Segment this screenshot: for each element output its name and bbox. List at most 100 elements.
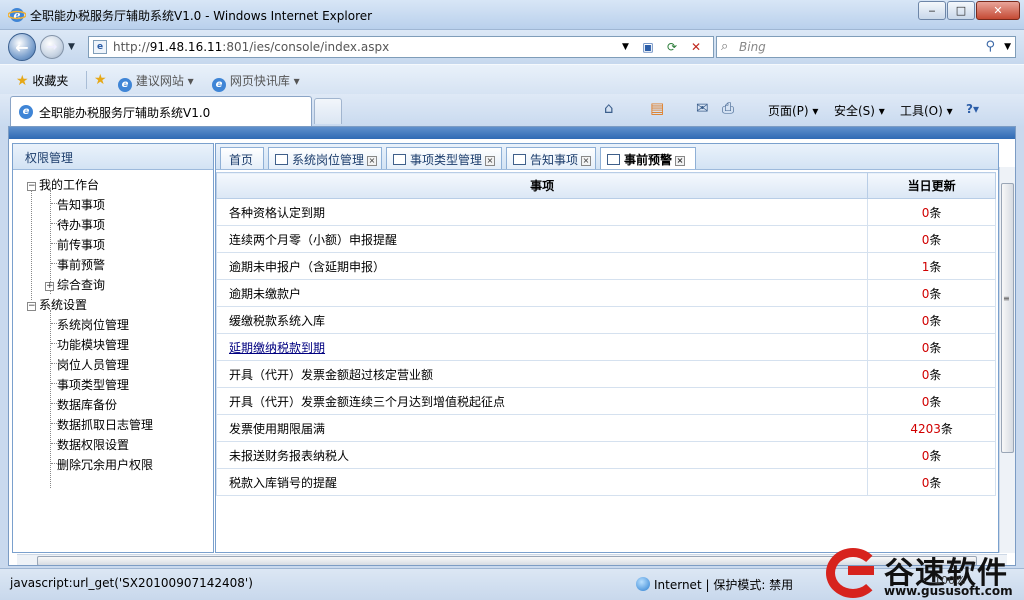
search-box[interactable]: ⌕ Bing ⚲ ▼	[716, 36, 1016, 58]
table-row[interactable]: 延期缴纳税款到期 0条	[215, 333, 996, 361]
expand-icon[interactable]: +	[45, 282, 54, 291]
page-menu[interactable]: 页面(P) ▾	[768, 102, 818, 119]
tab-type-mgmt[interactable]: 事项类型管理 ×	[386, 147, 502, 169]
table-row[interactable]: 逾期未缴款户 0条	[215, 279, 996, 307]
sidebar-title: 权限管理	[13, 144, 213, 170]
count-cell: 0条	[867, 333, 996, 361]
tree-item-backup[interactable]: 数据库备份	[57, 396, 117, 413]
item-cell: 未报送财务报表纳税人	[215, 441, 869, 469]
table-row[interactable]: 开具（代开）发票金额超过核定营业额 0条	[215, 360, 996, 388]
home-icon[interactable]: ⌂	[604, 99, 614, 117]
prewarning-table: 事项 当日更新 各种资格认定到期 0条 连续两个月零（小额）申报提醒 0条 逾期未申…	[215, 172, 996, 496]
page-icon: e	[93, 40, 107, 54]
ie-logo-icon: e	[8, 8, 26, 22]
compatibility-view-icon[interactable]: ▣	[639, 39, 657, 55]
item-link[interactable]: 延期缴纳税款到期	[229, 341, 325, 355]
tree-item-remove-perm[interactable]: 删除冗余用户权限	[57, 456, 153, 473]
search-placeholder: Bing	[739, 40, 766, 54]
close-tab-icon[interactable]: ×	[367, 156, 378, 166]
table-row[interactable]: 连续两个月零（小额）申报提醒 0条	[215, 225, 996, 253]
table-row[interactable]: 各种资格认定到期 0条	[215, 198, 996, 226]
new-tab-button[interactable]	[314, 98, 342, 124]
close-tab-icon[interactable]: ×	[581, 156, 592, 166]
page-tabs: 首页 系统岗位管理 × 事项类型管理 × 告知事项 × 事前预警 ×	[216, 144, 998, 170]
web-slice-gallery-link[interactable]: e 网页快讯库 ▾	[212, 72, 300, 92]
tab-prewarning[interactable]: 事前预警 ×	[600, 147, 696, 169]
watermark-url: www.gususoft.com	[884, 584, 1013, 598]
tree-item-crawl-log[interactable]: 数据抓取日志管理	[57, 416, 153, 433]
tools-menu[interactable]: 工具(O) ▾	[900, 102, 953, 119]
tab-notice[interactable]: 告知事项 ×	[506, 147, 596, 169]
table-row[interactable]: 缓缴税款系统入库 0条	[215, 306, 996, 334]
window-icon	[275, 154, 288, 165]
tree-item-query[interactable]: + 综合查询	[45, 276, 105, 293]
close-button[interactable]: ✕	[976, 1, 1020, 20]
close-tab-icon[interactable]: ×	[485, 156, 496, 166]
tree-group-workbench[interactable]: − 我的工作台	[27, 176, 99, 193]
help-menu[interactable]: ?▾	[966, 102, 979, 116]
column-header-item: 事项	[215, 172, 869, 199]
count-cell: 0条	[867, 279, 996, 307]
table-row[interactable]: 逾期未申报户（含延期申报） 1条	[215, 252, 996, 280]
address-url[interactable]: http://91.48.16.11:801/ies/console/index…	[113, 40, 389, 54]
count-cell: 4203条	[867, 414, 996, 442]
table-row[interactable]: 发票使用期限届满 4203条	[215, 414, 996, 442]
tree-item-forward[interactable]: 前传事项	[57, 236, 105, 253]
tree-item-notice[interactable]: 告知事项	[57, 196, 105, 213]
search-dropdown-icon[interactable]: ▼	[1004, 42, 1011, 52]
count-cell: 0条	[867, 225, 996, 253]
scroll-grip-icon: ≡	[1003, 294, 1010, 303]
ie-page-icon: e	[118, 78, 132, 92]
feeds-icon[interactable]: ▤	[650, 99, 664, 117]
suggested-sites-link[interactable]: e 建议网站 ▾	[118, 72, 194, 92]
favorites-button[interactable]: ★ 收藏夹	[16, 72, 68, 89]
mail-icon[interactable]: ✉	[696, 99, 709, 117]
tab-home[interactable]: 首页	[220, 147, 264, 169]
search-icon[interactable]: ⚲	[985, 39, 995, 54]
item-cell: 发票使用期限届满	[215, 414, 869, 442]
stop-icon[interactable]: ✕	[687, 39, 705, 55]
history-dropdown-icon[interactable]: ▼	[68, 42, 75, 52]
tree-item-type-mgmt[interactable]: 事项类型管理	[57, 376, 129, 393]
window-icon	[393, 154, 406, 165]
print-icon[interactable]: ⎙	[722, 99, 734, 117]
minimize-button[interactable]: ‒	[918, 1, 946, 20]
table-row[interactable]: 开具（代开）发票金额连续三个月达到增值税起征点 0条	[215, 387, 996, 415]
collapse-icon[interactable]: −	[27, 182, 36, 191]
count-cell: 0条	[867, 360, 996, 388]
close-tab-icon[interactable]: ×	[675, 156, 686, 166]
tab-post-mgmt[interactable]: 系统岗位管理 ×	[268, 147, 382, 169]
window-title-bar: e 全职能办税服务厅辅助系统V1.0 - Windows Internet Ex…	[0, 0, 1024, 30]
window-icon	[607, 154, 620, 165]
tree-item-prewarning[interactable]: 事前预警	[57, 256, 105, 273]
watermark-logo: 谷速软件 100% www.gususoft.com	[826, 546, 1024, 600]
collapse-icon[interactable]: −	[27, 302, 36, 311]
left-sidebar: 权限管理 − 我的工作台 告知事项 待办事项 前传事项 事前预警 + 综合查询 − 系…	[12, 143, 214, 553]
browser-tab[interactable]: e 全职能办税服务厅辅助系统V1.0	[10, 96, 312, 126]
tree-item-staff-mgmt[interactable]: 岗位人员管理	[57, 356, 129, 373]
item-cell: 逾期未缴款户	[215, 279, 869, 307]
count-cell: 0条	[867, 468, 996, 496]
tree-item-post-mgmt[interactable]: 系统岗位管理	[57, 316, 129, 333]
security-zone[interactable]: Internet | 保护模式: 禁用	[636, 576, 793, 593]
safety-menu[interactable]: 安全(S) ▾	[834, 102, 885, 119]
maximize-button[interactable]: □	[947, 1, 975, 20]
add-favorite-icon[interactable]: ★	[94, 72, 107, 88]
column-header-updated: 当日更新	[867, 172, 996, 199]
item-cell: 开具（代开）发票金额超过核定营业额	[215, 360, 869, 388]
tree-group-system[interactable]: − 系统设置	[27, 296, 87, 313]
back-arrow-icon: ←	[15, 37, 29, 57]
address-bar[interactable]: e http://91.48.16.11:801/ies/console/ind…	[88, 36, 714, 58]
tree-item-module-mgmt[interactable]: 功能模块管理	[57, 336, 129, 353]
count-cell: 0条	[867, 387, 996, 415]
tree-item-data-perm[interactable]: 数据权限设置	[57, 436, 129, 453]
vertical-scroll-thumb[interactable]	[1001, 183, 1014, 453]
forward-button[interactable]: →	[40, 35, 64, 59]
table-row[interactable]: 未报送财务报表纳税人 0条	[215, 441, 996, 469]
address-dropdown-icon[interactable]: ▼	[622, 42, 629, 52]
refresh-icon[interactable]: ⟳	[663, 39, 681, 55]
tree-item-todo[interactable]: 待办事项	[57, 216, 105, 233]
vertical-scrollbar[interactable]: ≡	[999, 167, 1015, 553]
back-button[interactable]: ←	[8, 33, 36, 61]
table-row[interactable]: 税款入库销号的提醒 0条	[215, 468, 996, 496]
